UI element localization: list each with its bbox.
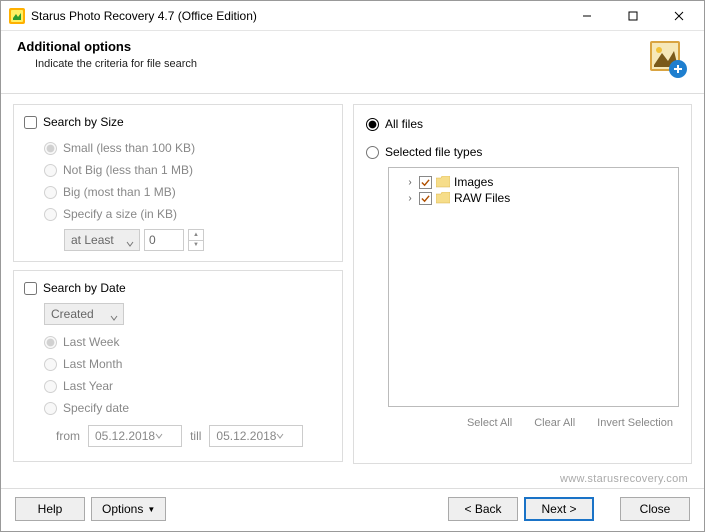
date-specify-radio[interactable] bbox=[44, 402, 57, 415]
date-specify-label: Specify date bbox=[63, 401, 129, 415]
all-files-radio[interactable] bbox=[366, 118, 379, 131]
tree-checkbox[interactable] bbox=[419, 176, 432, 189]
size-mode-select[interactable]: at Least bbox=[64, 229, 140, 251]
date-till-label: till bbox=[190, 429, 201, 443]
date-lastyear-label: Last Year bbox=[63, 379, 113, 393]
expand-icon[interactable]: › bbox=[405, 193, 415, 204]
size-small-radio[interactable] bbox=[44, 142, 57, 155]
clear-all-link[interactable]: Clear All bbox=[534, 417, 575, 429]
all-files-label: All files bbox=[385, 117, 423, 131]
search-by-size-group: Search by Size Small (less than 100 KB) … bbox=[13, 104, 343, 262]
tree-item-label: Images bbox=[454, 175, 493, 189]
size-mode-value: at Least bbox=[71, 233, 114, 247]
chevron-down-icon bbox=[110, 311, 118, 325]
page-header: Additional options Indicate the criteria… bbox=[1, 31, 704, 94]
footer-bar: Help Options▼ < Back Next > Close bbox=[1, 488, 704, 531]
chevron-down-icon bbox=[276, 429, 284, 443]
search-by-date-checkbox[interactable] bbox=[24, 282, 37, 295]
size-small-label: Small (less than 100 KB) bbox=[63, 141, 195, 155]
date-from-label: from bbox=[56, 429, 80, 443]
date-till-input[interactable]: 05.12.2018 bbox=[209, 425, 303, 447]
title-bar: Starus Photo Recovery 4.7 (Office Editio… bbox=[1, 1, 704, 31]
date-from-input[interactable]: 05.12.2018 bbox=[88, 425, 182, 447]
size-specify-radio[interactable] bbox=[44, 208, 57, 221]
date-field-select[interactable]: Created bbox=[44, 303, 124, 325]
folder-icon bbox=[436, 176, 450, 188]
minimize-button[interactable] bbox=[564, 2, 610, 30]
maximize-button[interactable] bbox=[610, 2, 656, 30]
expand-icon[interactable]: › bbox=[405, 177, 415, 188]
chevron-down-icon bbox=[126, 237, 134, 251]
close-window-button[interactable] bbox=[656, 2, 702, 30]
folder-icon bbox=[436, 192, 450, 204]
file-type-tree[interactable]: › Images › RAW Files bbox=[388, 167, 679, 407]
page-title: Additional options bbox=[17, 39, 648, 54]
size-notbig-radio[interactable] bbox=[44, 164, 57, 177]
select-all-link[interactable]: Select All bbox=[467, 417, 512, 429]
size-big-radio[interactable] bbox=[44, 186, 57, 199]
file-types-group: All files Selected file types › Images ›… bbox=[353, 104, 692, 464]
help-button[interactable]: Help bbox=[15, 497, 85, 521]
dropdown-icon: ▼ bbox=[147, 505, 155, 514]
size-specify-label: Specify a size (in KB) bbox=[63, 207, 177, 221]
header-photo-icon bbox=[648, 39, 688, 79]
options-button[interactable]: Options▼ bbox=[91, 497, 166, 521]
date-lastweek-label: Last Week bbox=[63, 335, 119, 349]
chevron-down-icon bbox=[155, 429, 163, 443]
date-lastyear-radio[interactable] bbox=[44, 380, 57, 393]
tree-checkbox[interactable] bbox=[419, 192, 432, 205]
tree-item-images[interactable]: › Images bbox=[393, 174, 674, 190]
next-button[interactable]: Next > bbox=[524, 497, 594, 521]
back-button[interactable]: < Back bbox=[448, 497, 518, 521]
search-by-date-label: Search by Date bbox=[43, 281, 126, 295]
search-by-size-checkbox[interactable] bbox=[24, 116, 37, 129]
invert-selection-link[interactable]: Invert Selection bbox=[597, 417, 673, 429]
window-title: Starus Photo Recovery 4.7 (Office Editio… bbox=[31, 9, 564, 23]
search-by-size-label: Search by Size bbox=[43, 115, 124, 129]
selected-types-radio[interactable] bbox=[366, 146, 379, 159]
app-icon bbox=[9, 8, 25, 24]
search-by-date-group: Search by Date Created Last Week Last Mo… bbox=[13, 270, 343, 462]
close-button[interactable]: Close bbox=[620, 497, 690, 521]
date-lastmonth-label: Last Month bbox=[63, 357, 122, 371]
selected-types-label: Selected file types bbox=[385, 145, 482, 159]
tree-item-raw[interactable]: › RAW Files bbox=[393, 190, 674, 206]
tree-item-label: RAW Files bbox=[454, 191, 510, 205]
size-value-input[interactable]: 0 bbox=[144, 229, 184, 251]
date-field-value: Created bbox=[51, 307, 94, 321]
size-notbig-label: Not Big (less than 1 MB) bbox=[63, 163, 193, 177]
size-value-spinner[interactable]: ▲▼ bbox=[188, 229, 204, 251]
size-big-label: Big (most than 1 MB) bbox=[63, 185, 176, 199]
page-subtitle: Indicate the criteria for file search bbox=[17, 58, 648, 70]
site-url: www.starusrecovery.com bbox=[560, 473, 688, 485]
date-lastmonth-radio[interactable] bbox=[44, 358, 57, 371]
date-lastweek-radio[interactable] bbox=[44, 336, 57, 349]
